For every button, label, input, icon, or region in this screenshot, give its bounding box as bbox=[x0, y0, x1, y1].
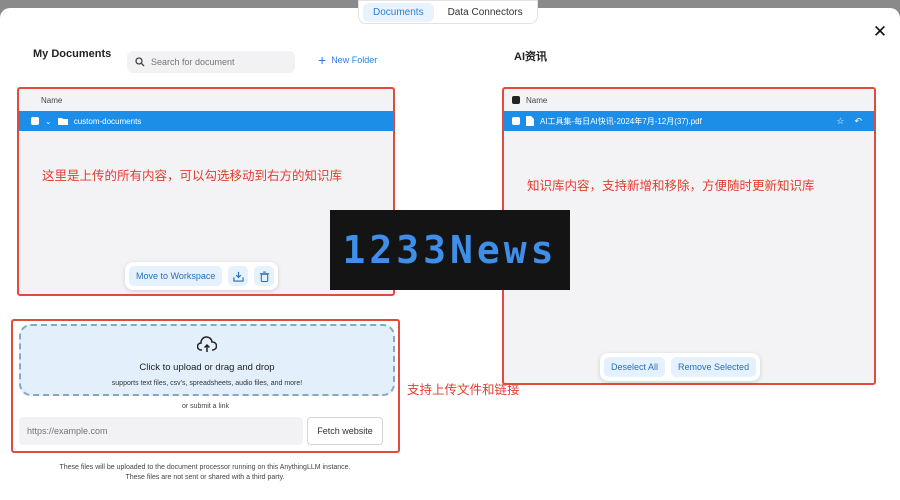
file-actions: ☆ ↶ bbox=[836, 116, 862, 127]
upload-title: Click to upload or drag and drop bbox=[139, 362, 275, 373]
search-icon bbox=[135, 57, 145, 67]
left-annotation: 这里是上传的所有内容，可以勾选移动到右方的知识库 bbox=[42, 169, 343, 183]
undo-icon[interactable]: ↶ bbox=[854, 116, 862, 127]
select-all-checkbox[interactable] bbox=[512, 96, 520, 104]
move-to-workspace-button[interactable]: Move to Workspace bbox=[129, 266, 223, 286]
close-icon[interactable]: ✕ bbox=[870, 22, 890, 42]
pin-icon[interactable]: ☆ bbox=[836, 116, 844, 127]
document-modal: Documents Data Connectors ✕ My Documents… bbox=[0, 0, 900, 500]
folder-checkbox[interactable] bbox=[31, 117, 39, 125]
url-input[interactable] bbox=[19, 417, 303, 445]
folder-row[interactable]: ⌄ custom-documents bbox=[19, 111, 393, 131]
workspace-title: AI资讯 bbox=[514, 51, 547, 63]
file-name: AI工具集-每日AI快讯-2024年7月-12月(37).pdf bbox=[540, 116, 702, 126]
search-bar[interactable] bbox=[127, 51, 295, 73]
upload-dropzone[interactable]: Click to upload or drag and drop support… bbox=[19, 324, 395, 396]
disclaimer-line-1: These files will be uploaded to the docu… bbox=[59, 464, 351, 471]
upload-section: Click to upload or drag and drop support… bbox=[11, 319, 400, 453]
file-checkbox[interactable] bbox=[512, 117, 520, 125]
watermark-logo: 1233News bbox=[330, 210, 570, 290]
tab-bar: Documents Data Connectors bbox=[358, 0, 538, 24]
folder-name: custom-documents bbox=[73, 116, 142, 126]
plus-icon: + bbox=[318, 52, 327, 68]
column-header-name-right: Name bbox=[526, 95, 548, 105]
right-action-bar: Deselect All Remove Selected bbox=[600, 353, 761, 381]
file-row[interactable]: AI工具集-每日AI快讯-2024年7月-12月(37).pdf ☆ ↶ bbox=[504, 111, 874, 131]
tab-data-connectors[interactable]: Data Connectors bbox=[438, 3, 533, 22]
file-row-main: AI工具集-每日AI快讯-2024年7月-12月(37).pdf bbox=[512, 116, 702, 127]
new-folder-button[interactable]: + New Folder bbox=[318, 52, 378, 68]
file-icon bbox=[526, 116, 534, 126]
my-documents-title: My Documents bbox=[33, 48, 112, 60]
left-action-bar: Move to Workspace bbox=[125, 262, 279, 290]
upload-subtitle: supports text files, csv's, spreadsheets… bbox=[111, 380, 303, 387]
column-header-name: Name bbox=[41, 95, 63, 105]
deselect-all-button[interactable]: Deselect All bbox=[604, 357, 666, 377]
search-input[interactable] bbox=[151, 57, 291, 67]
folder-icon bbox=[57, 118, 68, 125]
disclaimer-line-2: These files are not sent or shared with … bbox=[125, 474, 285, 481]
cloud-upload-icon bbox=[197, 336, 217, 352]
move-icon[interactable] bbox=[228, 266, 249, 286]
tab-documents[interactable]: Documents bbox=[363, 2, 434, 22]
trash-icon[interactable] bbox=[254, 266, 275, 286]
workspace-header: Name bbox=[504, 89, 874, 111]
new-folder-label: New Folder bbox=[331, 55, 378, 65]
chevron-down-icon[interactable]: ⌄ bbox=[45, 117, 52, 126]
disclaimer: These files will be uploaded to the docu… bbox=[24, 463, 386, 483]
or-submit-link: or submit a link bbox=[181, 403, 230, 410]
fetch-website-button[interactable]: Fetch website bbox=[307, 417, 383, 445]
remove-selected-button[interactable]: Remove Selected bbox=[671, 357, 757, 377]
right-annotation: 知识库内容，支持新增和移除，方便随时更新知识库 bbox=[527, 179, 815, 193]
